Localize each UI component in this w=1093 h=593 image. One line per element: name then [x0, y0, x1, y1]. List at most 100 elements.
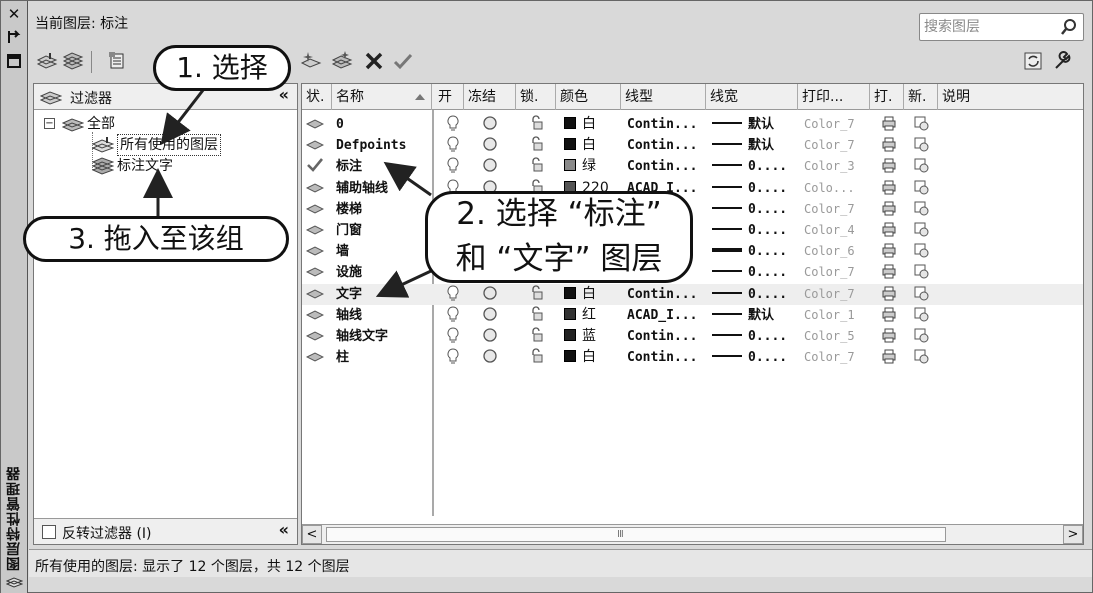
printer-icon[interactable]: [880, 305, 902, 326]
scroll-thumb[interactable]: III: [326, 527, 946, 542]
layer-name[interactable]: 0: [336, 114, 430, 135]
new-group-filter-icon[interactable]: [61, 49, 85, 73]
col-description[interactable]: 说明: [938, 84, 1083, 110]
col-freeze[interactable]: 冻结: [464, 84, 516, 110]
layer-lineweight[interactable]: 0....: [712, 178, 802, 199]
layer-color[interactable]: 白: [564, 347, 626, 368]
layer-color[interactable]: 蓝: [564, 326, 626, 347]
unlock-icon[interactable]: [528, 347, 550, 368]
col-plot-style[interactable]: 打印...: [798, 84, 870, 110]
lightbulb-icon[interactable]: [444, 135, 462, 156]
close-icon[interactable]: ✕: [5, 5, 23, 23]
layer-plot-style[interactable]: Color_6: [804, 241, 872, 262]
printer-icon[interactable]: [880, 284, 902, 305]
layer-name[interactable]: 墙: [336, 241, 430, 262]
layer-lineweight[interactable]: 0....: [712, 326, 802, 347]
layer-linetype[interactable]: Contin...: [627, 135, 709, 156]
horizontal-scrollbar[interactable]: < III >: [302, 524, 1083, 544]
new-vp-freeze-icon[interactable]: [912, 114, 934, 135]
printer-icon[interactable]: [880, 135, 902, 156]
new-vp-freeze-icon[interactable]: [912, 199, 934, 220]
refresh-icon[interactable]: [1021, 49, 1045, 73]
table-row[interactable]: 轴线 红 ACAD_I... 默认 Color_1: [302, 305, 1083, 326]
tree-node-all-used-layers[interactable]: 所有使用的图层: [92, 134, 221, 156]
unlock-icon[interactable]: [528, 284, 550, 305]
col-lock[interactable]: 锁.: [516, 84, 556, 110]
new-vp-freeze-icon[interactable]: [912, 241, 934, 262]
layer-name[interactable]: 文字: [336, 284, 430, 305]
layer-name[interactable]: Defpoints: [336, 135, 430, 156]
unlock-icon[interactable]: [528, 326, 550, 347]
table-row[interactable]: 文字 白 Contin... 0.... Color_7: [302, 283, 1083, 305]
new-layer-icon[interactable]: [299, 49, 323, 73]
lightbulb-icon[interactable]: [444, 284, 462, 305]
search-icon[interactable]: [1060, 18, 1078, 36]
col-name[interactable]: 名称: [332, 84, 432, 110]
table-row[interactable]: 轴线文字 蓝 Contin... 0.... Color_5: [302, 326, 1083, 347]
scroll-left-button[interactable]: <: [302, 525, 322, 544]
new-vp-freeze-icon[interactable]: [912, 326, 934, 347]
delete-layer-icon[interactable]: [362, 49, 386, 73]
table-row[interactable]: 标注 绿 Contin... 0.... Color_3: [302, 156, 1083, 177]
layer-plot-style[interactable]: Color_7: [804, 199, 872, 220]
freeze-sun-icon[interactable]: [481, 135, 503, 156]
layer-name[interactable]: 设施: [336, 262, 430, 283]
printer-icon[interactable]: [880, 347, 902, 368]
layer-plot-style[interactable]: Colo...: [804, 178, 872, 199]
layer-lineweight[interactable]: 0....: [712, 199, 802, 220]
auto-hide-icon[interactable]: [5, 29, 23, 47]
lightbulb-icon[interactable]: [444, 305, 462, 326]
new-vp-freeze-icon[interactable]: [912, 178, 934, 199]
layer-plot-style[interactable]: Color_7: [804, 262, 872, 283]
freeze-sun-icon[interactable]: [481, 347, 503, 368]
layer-linetype[interactable]: Contin...: [627, 114, 709, 135]
layer-name[interactable]: 柱: [336, 347, 430, 368]
col-new-vp-freeze[interactable]: 新.: [904, 84, 938, 110]
layer-lineweight[interactable]: 0....: [712, 220, 802, 241]
freeze-sun-icon[interactable]: [481, 156, 503, 177]
table-row[interactable]: 设施 0.... Color_7: [302, 262, 1083, 283]
table-row[interactable]: 辅助轴线 220 ACAD_I... 0.... Colo...: [302, 178, 1083, 199]
lightbulb-icon[interactable]: [444, 326, 462, 347]
col-status[interactable]: 状.: [302, 84, 332, 110]
layer-name[interactable]: 辅助轴线: [336, 178, 430, 199]
layer-lineweight[interactable]: 0....: [712, 262, 802, 283]
tree-node-dimension-text-group[interactable]: 标注文字: [92, 156, 173, 176]
properties-icon[interactable]: [5, 53, 23, 71]
printer-icon[interactable]: [880, 220, 902, 241]
tree-node-all[interactable]: 全部: [62, 114, 115, 134]
col-lineweight[interactable]: 线宽: [706, 84, 798, 110]
layer-lineweight[interactable]: 0....: [712, 241, 802, 262]
freeze-sun-icon[interactable]: [481, 284, 503, 305]
printer-icon[interactable]: [880, 156, 902, 177]
layer-lineweight[interactable]: 默认: [712, 305, 802, 326]
col-color[interactable]: 颜色: [556, 84, 621, 110]
invert-filter-checkbox[interactable]: [42, 525, 56, 539]
col-plot[interactable]: 打.: [870, 84, 904, 110]
layer-color[interactable]: 白: [564, 135, 626, 156]
new-vp-freeze-icon[interactable]: [912, 220, 934, 241]
freeze-sun-icon[interactable]: [481, 114, 503, 135]
search-input[interactable]: [924, 17, 1054, 37]
col-linetype[interactable]: 线型: [621, 84, 706, 110]
table-row[interactable]: 0 白 Contin... 默认 Color_7: [302, 114, 1083, 135]
table-row[interactable]: Defpoints 白 Contin... 默认 Color_7: [302, 135, 1083, 156]
new-vp-freeze-icon[interactable]: [912, 156, 934, 177]
search-layer-box[interactable]: [919, 13, 1084, 41]
layer-linetype[interactable]: Contin...: [627, 156, 709, 177]
layer-lineweight[interactable]: 0....: [712, 284, 802, 305]
freeze-sun-icon[interactable]: [481, 326, 503, 347]
layer-plot-style[interactable]: Color_1: [804, 305, 872, 326]
unlock-icon[interactable]: [528, 135, 550, 156]
layer-color[interactable]: 白: [564, 114, 626, 135]
lightbulb-icon[interactable]: [444, 114, 462, 135]
layer-linetype[interactable]: ACAD_I...: [627, 305, 709, 326]
printer-icon[interactable]: [880, 241, 902, 262]
printer-icon[interactable]: [880, 178, 902, 199]
new-vp-freeze-icon[interactable]: [912, 305, 934, 326]
layer-plot-style[interactable]: Color_7: [804, 135, 872, 156]
unlock-icon[interactable]: [528, 156, 550, 177]
printer-icon[interactable]: [880, 114, 902, 135]
layer-plot-style[interactable]: Color_3: [804, 156, 872, 177]
layer-states-manager-icon[interactable]: [105, 49, 129, 73]
